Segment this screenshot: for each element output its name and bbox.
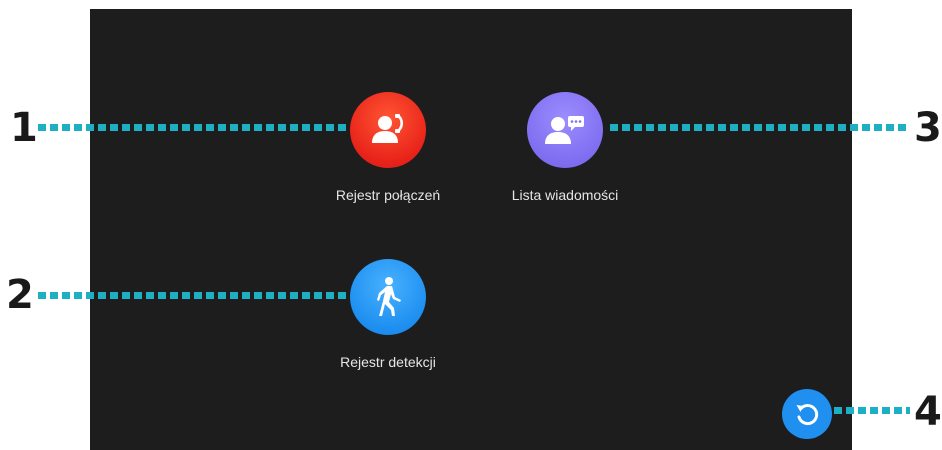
detection-log-label: Rejestr detekcji	[340, 354, 436, 370]
callout-number-1: 1	[10, 105, 38, 151]
person-message-icon	[545, 116, 584, 144]
callout-line-2	[38, 292, 350, 299]
callout-number-4: 4	[914, 389, 942, 435]
callout-line-4	[834, 407, 910, 414]
message-list-button[interactable]	[527, 92, 603, 168]
callout-line-3	[610, 124, 910, 131]
person-phone-icon	[372, 114, 404, 143]
call-log-label: Rejestr połączeń	[335, 187, 441, 203]
walking-person-icon	[377, 277, 401, 316]
call-log-app[interactable]: Rejestr połączeń	[313, 92, 463, 203]
callout-number-2: 2	[6, 272, 34, 318]
callout-number-3: 3	[914, 105, 942, 151]
call-log-button[interactable]	[350, 92, 426, 168]
message-list-app[interactable]: Lista wiadomości	[490, 92, 640, 203]
device-screen: Rejestr połączeń Lista wiadomości Rejest…	[90, 9, 852, 450]
refresh-icon	[796, 404, 819, 426]
detection-log-button[interactable]	[350, 259, 426, 335]
refresh-button[interactable]	[782, 389, 832, 439]
detection-log-app[interactable]: Rejestr detekcji	[313, 259, 463, 370]
manual-illustration: Rejestr połączeń Lista wiadomości Rejest…	[0, 0, 942, 450]
message-list-label: Lista wiadomości	[511, 187, 619, 203]
callout-line-1	[38, 124, 350, 131]
